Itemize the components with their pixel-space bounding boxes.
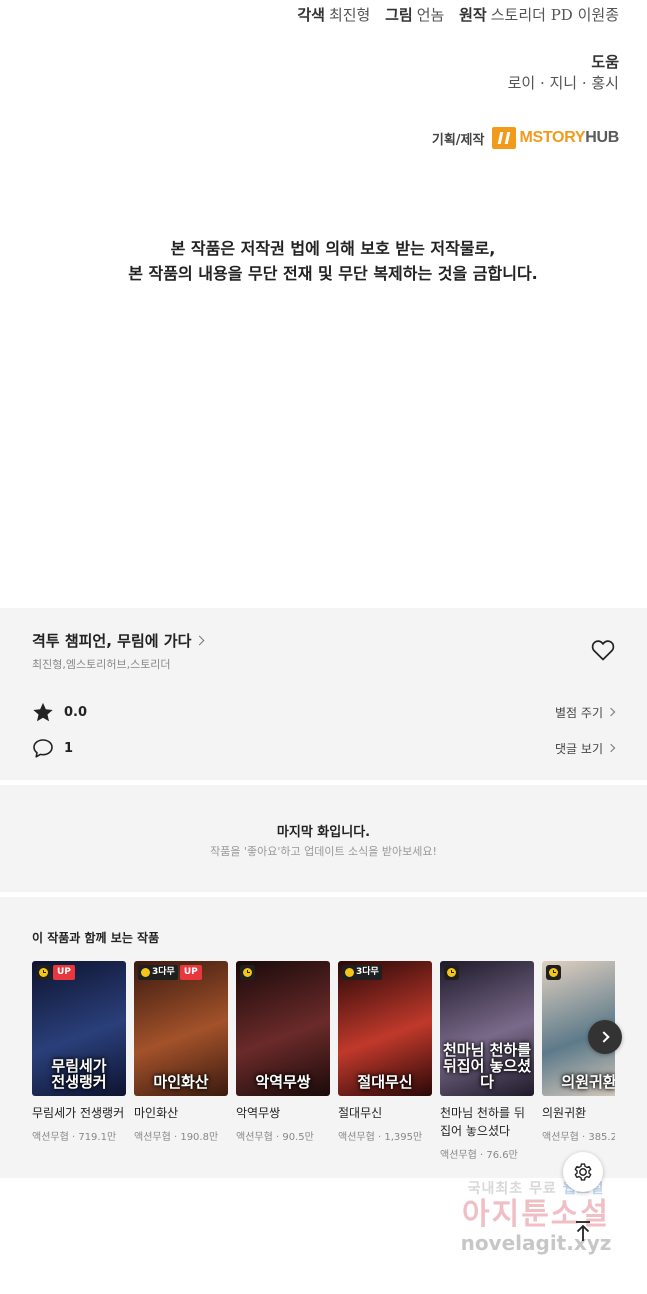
recommendation-title[interactable]: 악역무쌍 — [236, 1104, 330, 1122]
settings-button[interactable] — [563, 1152, 603, 1192]
recommendation-card[interactable]: UP 무림세가 전생랭커 무림세가 전생랭커 액션무협 · 719.1만 — [32, 961, 126, 1143]
comment-bubble-icon — [32, 737, 54, 759]
rating-row: 0.0 별점 주기 — [32, 700, 616, 724]
chevron-right-icon — [597, 1031, 610, 1043]
cover-badges — [240, 965, 255, 980]
clock-icon — [240, 965, 255, 980]
credit-name-original: 스토리더 PD 이원종 — [490, 6, 619, 24]
recommendations-section: 이 작품과 함께 보는 작품 UP 무림세가 전생랭커 무림세가 전생랭커 액션무협 … — [0, 897, 647, 1178]
cover-title-art: 의원귀환 — [561, 1073, 615, 1091]
series-authors: 최진형,엠스토리허브,스토리더 — [32, 658, 171, 671]
cover-title-art: 천마님 천하를 뒤집어 놓으셨다 — [442, 1041, 532, 1091]
rating-value: 0.0 — [64, 704, 88, 720]
chevron-right-icon — [606, 743, 616, 753]
recommendation-title[interactable]: 의원귀환 — [542, 1104, 615, 1122]
recommendation-meta: 액션무협 · 719.1만 — [32, 1132, 117, 1143]
recommendation-title[interactable]: 천마님 천하를 뒤집어 놓으셨다 — [440, 1104, 534, 1140]
comment-count: 1 — [64, 740, 74, 756]
recommendation-card[interactable]: 천마님 천하를 뒤집어 놓으셨다 천마님 천하를 뒤집어 놓으셨다 액션무협 · 7… — [440, 961, 534, 1161]
cover-badges — [546, 965, 561, 980]
arrow-up-icon — [576, 1221, 590, 1241]
last-episode-title: 마지막 화입니다. — [276, 825, 371, 840]
recommendation-cover[interactable]: 3다무절대무신 — [338, 961, 432, 1096]
recommendation-meta: 액션무협 · 190.8만 — [134, 1132, 219, 1143]
cover-badges: 3다무 UP — [138, 965, 202, 980]
clock-icon — [546, 965, 561, 980]
recommendation-card[interactable]: 악역무쌍 악역무쌍 액션무협 · 90.5만 — [236, 961, 330, 1143]
watermark-line-3: novelagit.xyz — [460, 1231, 612, 1255]
comments-row: 1 댓글 보기 — [32, 736, 616, 760]
recommendation-card[interactable]: 3다무 절대무신 절대무신 액션무협 · 1,395만 — [338, 961, 432, 1143]
update-badge: UP — [179, 965, 202, 980]
cover-title-art: 절대무신 — [357, 1073, 413, 1091]
recommendation-title[interactable]: 무림세가 전생랭커 — [32, 1104, 126, 1122]
clock-icon — [141, 968, 150, 977]
mstoryhub-logo-text: MSTORYHUB — [519, 129, 619, 146]
gear-icon — [574, 1163, 592, 1181]
cover-title-art: 마인화산 — [153, 1073, 209, 1091]
rate-button[interactable]: 별점 주기 — [555, 704, 616, 721]
chevron-right-icon — [194, 635, 205, 646]
cover-badges: 3다무 — [342, 965, 382, 980]
series-info-panel: 격투 챔피언, 무림에 가다 최진형,엠스토리허브,스토리더 0.0 별점 주기… — [0, 608, 647, 780]
credit-name-adapt: 최진형 — [328, 6, 371, 24]
recommendations-title: 이 작품과 함께 보는 작품 — [32, 931, 160, 945]
mstoryhub-logo-mark-icon — [492, 127, 517, 149]
help-title: 도움 — [591, 53, 619, 71]
free-wait-badge: 3다무 — [138, 965, 178, 980]
chevron-right-icon — [606, 707, 616, 717]
view-comments-label: 댓글 보기 — [555, 741, 603, 756]
recommendation-card[interactable]: 3다무 UP 마인화산 마인화산 액션무협 · 190.8만 — [134, 961, 228, 1143]
star-icon — [32, 701, 54, 723]
last-episode-notice: 마지막 화입니다. 작품을 '좋아요'하고 업데이트 소식을 받아보세요! — [0, 785, 647, 892]
credit-name-art: 언놈 — [416, 6, 445, 24]
recommendation-meta: 액션무협 · 385.2만 — [542, 1132, 615, 1143]
credit-line: 각색 최진형 그림 언놈 원작 스토리더 PD 이원종 — [297, 4, 619, 25]
production-label: 기획/제작 — [431, 132, 485, 148]
clock-icon — [36, 965, 51, 980]
recommendation-meta: 액션무협 · 76.6만 — [440, 1150, 518, 1161]
credit-role-adapt: 각색 — [297, 6, 325, 24]
series-title: 격투 챔피언, 무림에 가다 — [32, 632, 192, 650]
recommendation-cover[interactable]: 3다무 UP 마인화산 — [134, 961, 228, 1096]
cover-badges: UP — [36, 965, 75, 980]
cover-badges — [444, 965, 459, 980]
series-title-link[interactable]: 격투 챔피언, 무림에 가다 — [32, 630, 205, 651]
watermark-line-2: 아지툰소설 — [462, 1197, 610, 1232]
last-episode-subtitle: 작품을 '좋아요'하고 업데이트 소식을 받아보세요! — [210, 845, 437, 858]
recommendation-cover[interactable]: 악역무쌍 — [236, 961, 330, 1096]
help-names: 로이 · 지니 · 홍시 — [507, 74, 619, 92]
recommendation-cover[interactable]: 천마님 천하를 뒤집어 놓으셨다 — [440, 961, 534, 1096]
carousel-next-button[interactable] — [588, 1020, 622, 1054]
update-badge: UP — [53, 965, 75, 980]
cover-title-art: 무림세가 전생랭커 — [51, 1057, 107, 1091]
recommendation-title[interactable]: 절대무신 — [338, 1104, 432, 1122]
recommendation-carousel: UP 무림세가 전생랭커 무림세가 전생랭커 액션무협 · 719.1만 3다무 UP 마인… — [32, 961, 615, 1171]
clock-icon — [444, 965, 459, 980]
mstoryhub-logo: MSTORYHUB — [492, 127, 619, 149]
credit-role-original: 원작 — [459, 6, 487, 24]
free-wait-badge: 3다무 — [342, 965, 382, 980]
scroll-to-top-button[interactable] — [570, 1218, 596, 1244]
copyright-line-1: 본 작품은 저작권 법에 의해 보호 받는 저작물로, — [170, 239, 496, 258]
cover-title-art: 악역무쌍 — [255, 1073, 311, 1091]
copyright-notice: 본 작품은 저작권 법에 의해 보호 받는 저작물로, 본 작품의 내용을 무단… — [0, 236, 647, 286]
recommendation-meta: 액션무협 · 1,395만 — [338, 1132, 423, 1143]
production-credit: 기획/제작 MSTORYHUB — [432, 127, 619, 149]
recommendation-cover[interactable]: UP 무림세가 전생랭커 — [32, 961, 126, 1096]
recommendation-title[interactable]: 마인화산 — [134, 1104, 228, 1122]
copyright-line-2: 본 작품의 내용을 무단 전재 및 무단 복제하는 것을 금합니다. — [128, 264, 538, 283]
credit-role-art: 그림 — [385, 6, 413, 24]
rate-button-label: 별점 주기 — [555, 705, 603, 720]
clock-icon — [345, 968, 354, 977]
site-watermark: 국내최초 무료 웹소설 아지툰소설 novelagit.xyz — [446, 1178, 626, 1254]
heart-outline-icon[interactable] — [591, 639, 615, 661]
view-comments-button[interactable]: 댓글 보기 — [555, 740, 616, 757]
credits-section: 각색 최진형 그림 언놈 원작 스토리더 PD 이원종 도움 로이 · 지니 · 홍시… — [0, 0, 647, 608]
recommendation-meta: 액션무협 · 90.5만 — [236, 1132, 314, 1143]
